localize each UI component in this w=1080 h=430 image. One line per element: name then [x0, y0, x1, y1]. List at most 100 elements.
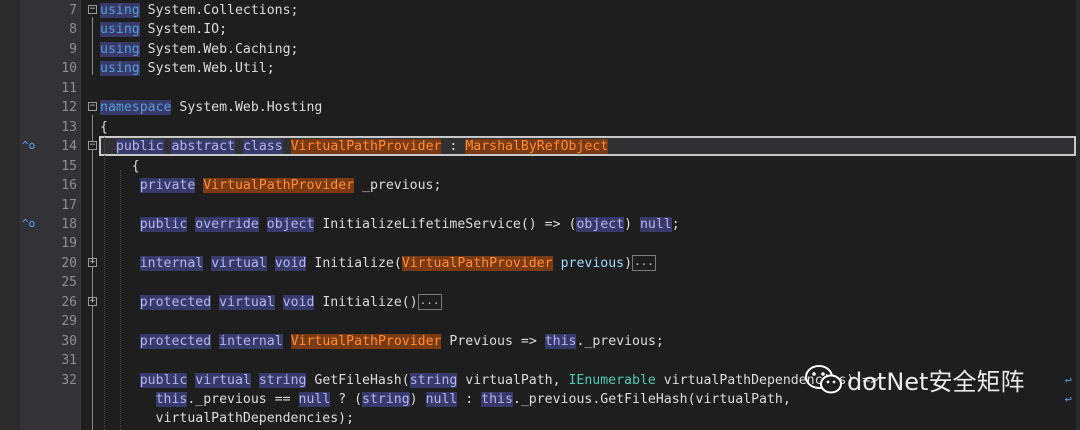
code-token: VirtualPathProvider: [203, 178, 355, 194]
code-text: {: [100, 157, 140, 176]
code-line[interactable]: 25: [0, 273, 1080, 292]
code-token: {: [100, 158, 140, 174]
code-token: System.Collections;: [139, 3, 299, 18]
override-marker-icon[interactable]: ^o: [22, 217, 35, 231]
code-token: System.Web.Util;: [139, 61, 275, 77]
code-token: public: [139, 216, 188, 232]
code-line[interactable]: 13 {: [0, 118, 1080, 137]
code-text: virtualPathDependencies);: [100, 409, 355, 428]
code-line[interactable]: 14 ^o − public abstract class VirtualPathP…: [0, 137, 1080, 156]
line-number: 31: [61, 353, 77, 369]
code-line[interactable]: 9 using System.Web.Caching;: [0, 40, 1080, 59]
code-token: void: [282, 294, 315, 310]
code-token: this: [544, 333, 577, 349]
watermark: dotNet安全矩阵: [802, 352, 1072, 408]
code-line[interactable]: 26 + protected virtual void Initialize().…: [0, 293, 1080, 312]
line-number: 10: [61, 61, 77, 77]
collapsed-region[interactable]: ...: [417, 293, 442, 310]
expand-region-icon[interactable]: +: [88, 257, 97, 267]
collapsed-region[interactable]: ...: [632, 254, 656, 271]
code-line[interactable]: 16 private VirtualPathProvider _previous…: [0, 176, 1080, 195]
override-marker-icon[interactable]: ^o: [22, 139, 35, 153]
code-token: IEnumerable: [568, 372, 656, 388]
code-text: protected virtual void Initialize()...: [100, 293, 442, 312]
code-token: GetFileHash(: [306, 372, 410, 388]
code-text: this._previous == null ? (string) null :…: [100, 390, 791, 409]
code-line[interactable]: 19: [0, 234, 1080, 253]
code-token: :: [441, 139, 466, 155]
code-token: {: [100, 119, 108, 135]
code-line[interactable]: 20 + internal virtual void Initialize(Vir…: [0, 254, 1080, 273]
code-token: string: [258, 372, 307, 388]
code-token: VirtualPathProvider: [290, 139, 442, 155]
collapse-region-icon[interactable]: −: [88, 102, 97, 112]
code-line[interactable]: 15 {: [0, 157, 1080, 176]
code-token: class: [242, 139, 283, 155]
code-token: using: [100, 41, 140, 57]
code-line[interactable]: 7 − using System.Collections;: [0, 1, 1080, 20]
code-token: void: [274, 255, 307, 271]
code-line[interactable]: virtualPathDependencies);: [0, 409, 1080, 428]
code-line[interactable]: 29: [0, 312, 1080, 331]
code-token: this: [481, 392, 513, 407]
collapse-region-icon[interactable]: −: [88, 141, 97, 151]
code-text: using System.Web.Util;: [100, 59, 275, 78]
code-line[interactable]: 18 ^o public override object InitializeLi…: [0, 215, 1080, 234]
code-text: namespace System.Web.Hosting: [100, 98, 322, 117]
expand-region-icon[interactable]: +: [88, 296, 97, 306]
code-token: string: [362, 392, 410, 407]
code-token: virtual: [195, 372, 251, 388]
code-editor[interactable]: 7− using System.Collections; 8 using System…: [0, 0, 1080, 430]
code-line[interactable]: 10 using System.Web.Util;: [0, 59, 1080, 78]
code-token: VirtualPathProvider: [290, 333, 442, 349]
code-token: InitializeLifetimeService(): [314, 216, 545, 232]
code-line[interactable]: 17: [0, 196, 1080, 215]
code-line[interactable]: 8 using System.IO;: [0, 20, 1080, 39]
code-token: null: [298, 392, 331, 407]
code-token: Initialize(): [314, 294, 418, 310]
code-token: null: [425, 392, 458, 407]
code-token: ): [624, 255, 633, 271]
code-token: ;: [671, 216, 680, 232]
code-token: object: [576, 216, 625, 232]
code-token: (: [560, 216, 577, 232]
code-token: internal: [219, 333, 283, 349]
code-text: protected internal VirtualPathProvider P…: [100, 332, 664, 351]
code-line[interactable]: 12 − namespace System.Web.Hosting: [0, 98, 1080, 117]
code-line[interactable]: 11: [0, 79, 1080, 98]
code-text: public override object InitializeLifetim…: [100, 215, 680, 234]
code-token: Previous: [441, 333, 521, 349]
line-number: 29: [61, 314, 77, 330]
code-token: object: [266, 216, 315, 232]
line-number: 32: [61, 372, 77, 388]
wechat-icon: [805, 365, 842, 394]
code-line[interactable]: 30 protected internal VirtualPathProvide…: [0, 332, 1080, 351]
line-number: 9: [69, 41, 77, 57]
code-token: internal: [139, 255, 204, 271]
code-token: virtual: [219, 294, 275, 310]
code-text: using System.Collections;: [100, 1, 299, 20]
line-number: 17: [61, 197, 77, 213]
code-token: MarshalByRefObject: [465, 139, 609, 155]
code-token: using: [100, 61, 140, 77]
code-token: ): [624, 216, 640, 232]
code-token: abstract: [171, 139, 236, 155]
code-token: using: [100, 22, 140, 38]
code-token: using: [100, 3, 140, 18]
collapse-region-icon[interactable]: −: [88, 5, 97, 14]
code-token: _previous;: [354, 178, 442, 194]
